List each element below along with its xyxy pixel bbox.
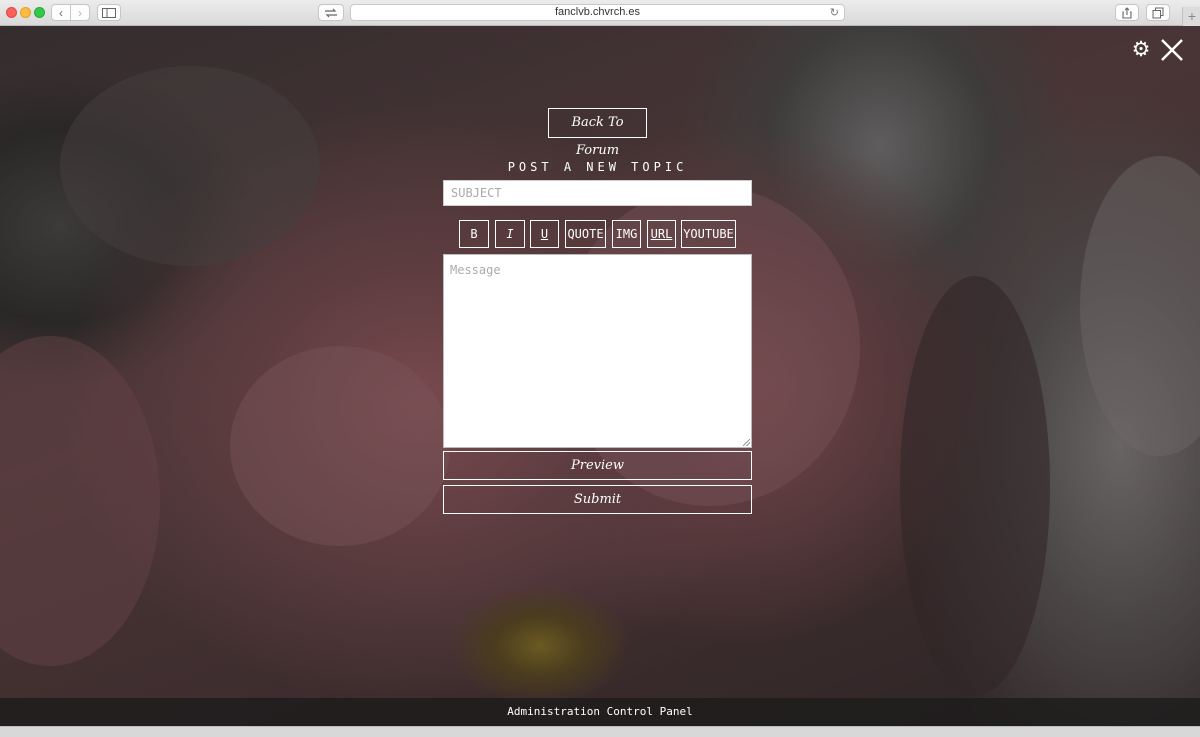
bg-petal: [1080, 156, 1200, 456]
browser-back-button[interactable]: ‹: [51, 4, 71, 21]
address-bar[interactable]: fanclvb.chvrch.es ↻: [350, 4, 845, 21]
close-icon[interactable]: [1157, 35, 1187, 65]
sidebar-toggle-button[interactable]: [97, 4, 121, 21]
share-button[interactable]: [1115, 4, 1139, 21]
window-maximize-button[interactable]: [34, 7, 45, 18]
reader-button[interactable]: [318, 4, 344, 21]
underline-button[interactable]: U: [530, 220, 559, 248]
new-tab-button[interactable]: +: [1182, 7, 1200, 26]
sidebar-icon: [102, 7, 116, 18]
bg-petal: [230, 346, 450, 546]
url-button[interactable]: URL: [647, 220, 676, 248]
italic-button[interactable]: I: [495, 220, 525, 248]
browser-status-bar: [0, 726, 1200, 737]
page-title: POST A NEW TOPIC: [507, 160, 688, 174]
submit-button[interactable]: Submit: [443, 485, 752, 514]
browser-forward-button[interactable]: ›: [70, 4, 90, 21]
show-tabs-button[interactable]: [1146, 4, 1170, 21]
back-to-forum-button[interactable]: Back To Forum: [548, 108, 647, 158]
message-placeholder: Message: [450, 263, 501, 277]
bg-petal: [0, 336, 160, 666]
reload-icon[interactable]: ↻: [830, 6, 839, 19]
swap-arrows-icon: [325, 8, 337, 17]
img-button[interactable]: IMG: [612, 220, 641, 248]
tabs-icon: [1152, 7, 1164, 18]
bg-shadow: [900, 276, 1050, 696]
message-textarea[interactable]: Message: [443, 254, 752, 448]
chevron-right-icon: ›: [78, 5, 82, 20]
window-minimize-button[interactable]: [20, 7, 31, 18]
quote-button[interactable]: QUOTE: [565, 220, 606, 248]
preview-button[interactable]: Preview: [443, 451, 752, 480]
youtube-button[interactable]: YOUTUBE: [681, 220, 736, 248]
resize-grip-icon[interactable]: [743, 439, 750, 446]
subject-input[interactable]: SUBJECT: [443, 180, 752, 206]
address-url: fanclvb.chvrch.es: [555, 6, 640, 18]
bg-petal: [60, 66, 320, 266]
share-icon: [1122, 6, 1132, 19]
admin-control-panel-link[interactable]: Administration Control Panel: [0, 698, 1200, 726]
window-close-button[interactable]: [6, 7, 17, 18]
chevron-left-icon: ‹: [59, 5, 63, 20]
bold-button[interactable]: B: [459, 220, 489, 248]
settings-gear-icon[interactable]: ⚙: [1131, 39, 1151, 60]
browser-toolbar: ‹ › fanclvb.chvrch.es ↻ +: [0, 0, 1200, 26]
